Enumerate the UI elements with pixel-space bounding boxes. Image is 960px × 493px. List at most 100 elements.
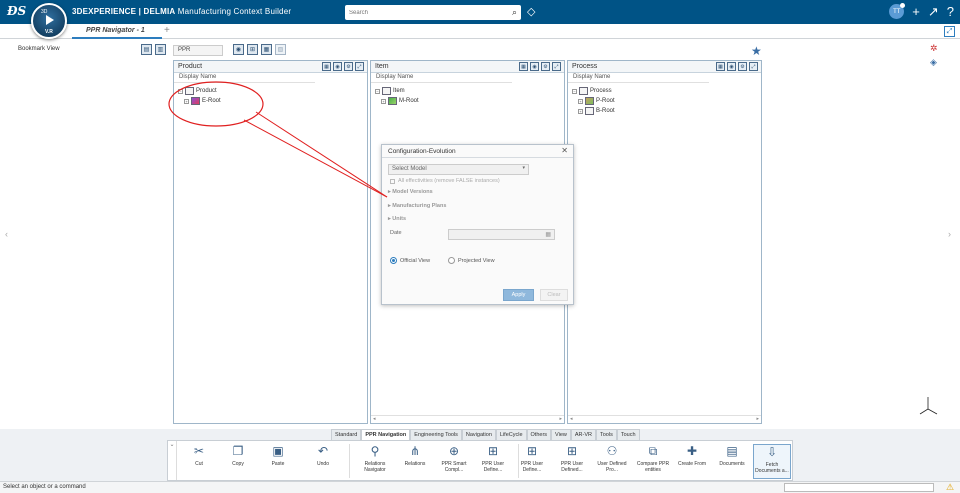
radio-projected-view[interactable]: Projected View [448,257,495,264]
ppr-field[interactable]: PPR [173,45,223,56]
gear-icon[interactable]: ⚙ [738,62,747,71]
eraser-icon[interactable]: ▧ [275,44,286,55]
apply-button[interactable]: Apply [503,289,534,301]
add-tab-button[interactable]: + [164,25,170,36]
tree-node-child[interactable]: + B-Root [578,106,757,116]
horizontal-scrollbar[interactable]: ◂ ▸ [371,415,564,423]
collapse-icon[interactable]: − [178,88,183,94]
close-icon[interactable]: ✕ [561,146,568,155]
radio-unselected-icon[interactable] [448,257,455,264]
command-copy[interactable]: ❐ Copy [219,444,257,467]
expand-icon[interactable]: ⤢ [552,62,561,71]
action-tab-view[interactable]: View [551,429,571,440]
expand-node-icon[interactable]: + [381,98,386,104]
expand-node-icon[interactable]: + [184,98,189,104]
collapse-icon[interactable]: − [375,88,380,94]
clear-button[interactable]: Clear [540,289,568,301]
command-undo[interactable]: ↶ Undo [304,444,342,467]
left-arrow-icon[interactable]: ‹ [5,229,8,239]
gear-icon[interactable]: ⚙ [541,62,550,71]
radio-official-view[interactable]: Official View [390,257,430,264]
command-paste[interactable]: ▣ Paste [259,444,297,467]
expand-icon[interactable]: ⤢ [749,62,758,71]
effectivities-checkbox[interactable]: All effectivities (remove FALSE instance… [390,178,500,184]
tree-node-root[interactable]: − Product [178,86,363,96]
axis-triad-icon[interactable] [917,395,939,417]
right-arrow-icon[interactable]: › [948,229,951,239]
robot-icon[interactable]: ✲ [930,43,938,54]
calendar-icon[interactable]: ▦ [545,231,551,238]
view-icon[interactable]: ◉ [727,62,736,71]
action-tab-lifecycle[interactable]: LifeCycle [495,429,527,440]
action-tab-touch[interactable]: Touch [616,429,640,440]
expand-node-icon[interactable]: + [578,108,583,114]
command-create-from[interactable]: ✚ Create From [673,444,711,467]
horizontal-scrollbar[interactable]: ◂ ▸ [568,415,761,423]
table-icon[interactable]: ▦ [716,62,725,71]
product-tree: − Product + E-Root [174,83,367,109]
add-icon[interactable]: + [912,4,920,19]
date-input[interactable]: ▦ [448,229,555,240]
search-input[interactable] [349,6,499,19]
command-compare-ppr-entities[interactable]: ⧉ Compare PPR entities [634,444,672,473]
table-icon[interactable]: ▦ [519,62,528,71]
tab-ppr-navigator[interactable]: PPR Navigator - 1 [72,24,162,39]
filter-icon[interactable]: ◈ [930,57,938,68]
column-header[interactable]: Display Name [371,73,512,83]
product-view-icon[interactable]: ◉ [233,44,244,55]
folder-tree-icon[interactable]: ▥ [155,44,166,55]
tree-node-child[interactable]: + E-Root [184,96,363,106]
tree-node-child[interactable]: + M-Root [381,96,560,106]
command-ppr-user-define[interactable]: ⊞ PPR User Define... [474,444,512,473]
view-icon[interactable]: ◉ [530,62,539,71]
view-icon[interactable]: ◉ [333,62,342,71]
search-box[interactable]: ⌕ [345,5,521,20]
tree-node-root[interactable]: − Item [375,86,560,96]
action-tab-ppr-navigation[interactable]: PPR Navigation [361,429,411,440]
command-fetch-documents-a[interactable]: ⇩ Fetch Documents a... [753,444,791,479]
radio-selected-icon[interactable] [390,257,397,264]
play-icon [46,15,54,25]
layout-view-icon[interactable]: ▦ [261,44,272,55]
favorite-star-icon[interactable]: ★ [751,44,762,58]
command-ppr-user-defined[interactable]: ⊞ PPR User Defined... [553,444,591,473]
help-icon[interactable]: ? [947,4,954,19]
column-header[interactable]: Display Name [174,73,315,83]
command-ppr-smart-compl[interactable]: ⊕ PPR Smart Compl... [435,444,473,473]
section-units[interactable]: ▸ Units [388,216,406,222]
action-tab-engineering-tools[interactable]: Engineering Tools [410,429,462,440]
gear-icon[interactable]: ⚙ [344,62,353,71]
tag-icon[interactable]: ◇ [527,5,535,18]
command-documents[interactable]: ▤ Documents [713,444,751,467]
action-tab-others[interactable]: Others [526,429,552,440]
action-tab-standard[interactable]: Standard [331,429,362,440]
action-tab-ar-vr[interactable]: AR-VR [570,429,596,440]
tree-node-root[interactable]: − Process [572,86,757,96]
command-cut[interactable]: ✂ Cut [180,444,218,467]
warning-icon[interactable]: ⚠ [946,482,954,493]
expand-node-icon[interactable]: + [578,98,583,104]
section-manufacturing-plans[interactable]: ▸ Manufacturing Plans [388,203,446,209]
open-folder-icon[interactable]: ▤ [141,44,152,55]
column-header[interactable]: Display Name [568,73,709,83]
tree-node-child[interactable]: + P-Root [578,96,757,106]
checkbox-icon[interactable] [390,178,395,184]
collapse-handle-icon[interactable]: ⌄ [168,441,177,480]
share-icon[interactable]: ↗ [928,4,939,19]
fit-all-icon[interactable]: ⤢ [944,26,955,37]
action-tab-navigation[interactable]: Navigation [461,429,496,440]
table-icon[interactable]: ▦ [322,62,331,71]
avatar[interactable]: TT [889,3,906,19]
command-user-defined-pro[interactable]: ⚇ User Defined Pro... [593,444,631,473]
search-icon[interactable]: ⌕ [512,7,517,18]
expand-icon[interactable]: ⤢ [355,62,364,71]
action-tab-tools[interactable]: Tools [596,429,617,440]
command-relations-navigator[interactable]: ⚲ Relations Navigator [356,444,394,473]
command-relations[interactable]: ⋔ Relations [396,444,434,467]
select-model-dropdown[interactable]: Select Model ▾ [388,164,529,175]
command-input[interactable] [784,483,934,492]
compass-icon[interactable]: 3D V.R [31,3,67,39]
collapse-icon[interactable]: − [572,88,577,94]
tree-view-icon[interactable]: ⊞ [247,44,258,55]
section-model-versions[interactable]: ▸ Model Versions [388,189,433,195]
